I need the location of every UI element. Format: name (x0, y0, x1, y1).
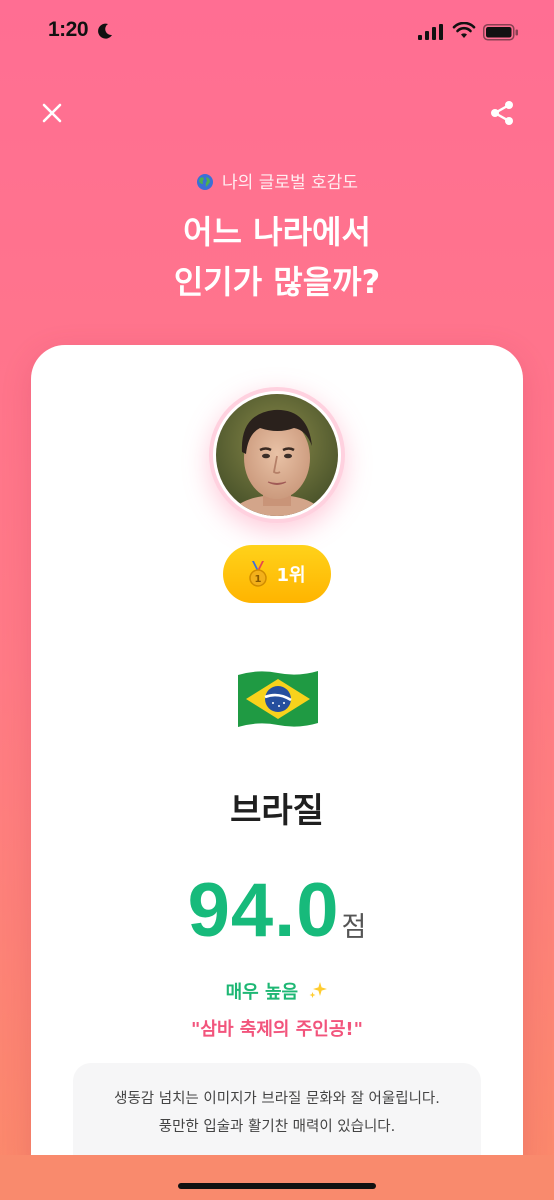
home-indicator[interactable] (178, 1183, 376, 1189)
country-name: 브라질 (230, 791, 324, 831)
close-icon (42, 103, 62, 123)
description-line-2: 풍만한 입술과 활기찬 매력이 있습니다. (158, 1119, 396, 1135)
result-card: 1 1위 브라질 94.0점 매우 높음 "삼바 축제의 주인공!" 생동감 넘… (31, 345, 523, 1175)
avatar (213, 391, 341, 519)
status-time: 1:20 (48, 18, 89, 41)
tagline: "삼바 축제의 주인공!" (191, 1019, 363, 1040)
medal-icon: 1 (249, 561, 268, 587)
description-line-1: 생동감 넘치는 이미지가 브라질 문화와 잘 어울립니다. (114, 1091, 440, 1107)
globe-icon (197, 174, 214, 190)
rank-label: 1위 (276, 565, 306, 586)
sparkles-icon (309, 982, 328, 998)
svg-text:1: 1 (255, 574, 262, 585)
rank-badge: 1 1위 (223, 545, 331, 603)
title-line-1: 어느 나라에서 (183, 213, 371, 251)
cellular-signal-icon (418, 24, 443, 40)
share-button[interactable] (485, 96, 519, 130)
status-bar: 1:20 (0, 0, 554, 64)
brazil-flag-icon (238, 671, 318, 727)
close-button[interactable] (35, 96, 69, 130)
title-line-2: 인기가 많을까? (173, 263, 381, 301)
avatar-ring (209, 387, 345, 523)
battery-icon (483, 24, 518, 41)
affinity-level-text: 매우 높음 (225, 982, 299, 1003)
score-value: 94.0 (187, 868, 340, 953)
wifi-icon (452, 22, 476, 38)
score-unit: 점 (341, 912, 367, 943)
bottom-bar (0, 1155, 554, 1200)
score: 94.0점 (31, 867, 523, 954)
subtitle-text: 나의 글로벌 호감도 (222, 173, 358, 193)
avatar-photo (216, 394, 338, 516)
share-icon (491, 101, 513, 125)
page-title: 어느 나라에서 인기가 많을까? (0, 207, 554, 307)
moon-icon (98, 23, 112, 39)
affinity-level: 매우 높음 (31, 978, 523, 1004)
page-subtitle: 나의 글로벌 호감도 (0, 168, 554, 193)
